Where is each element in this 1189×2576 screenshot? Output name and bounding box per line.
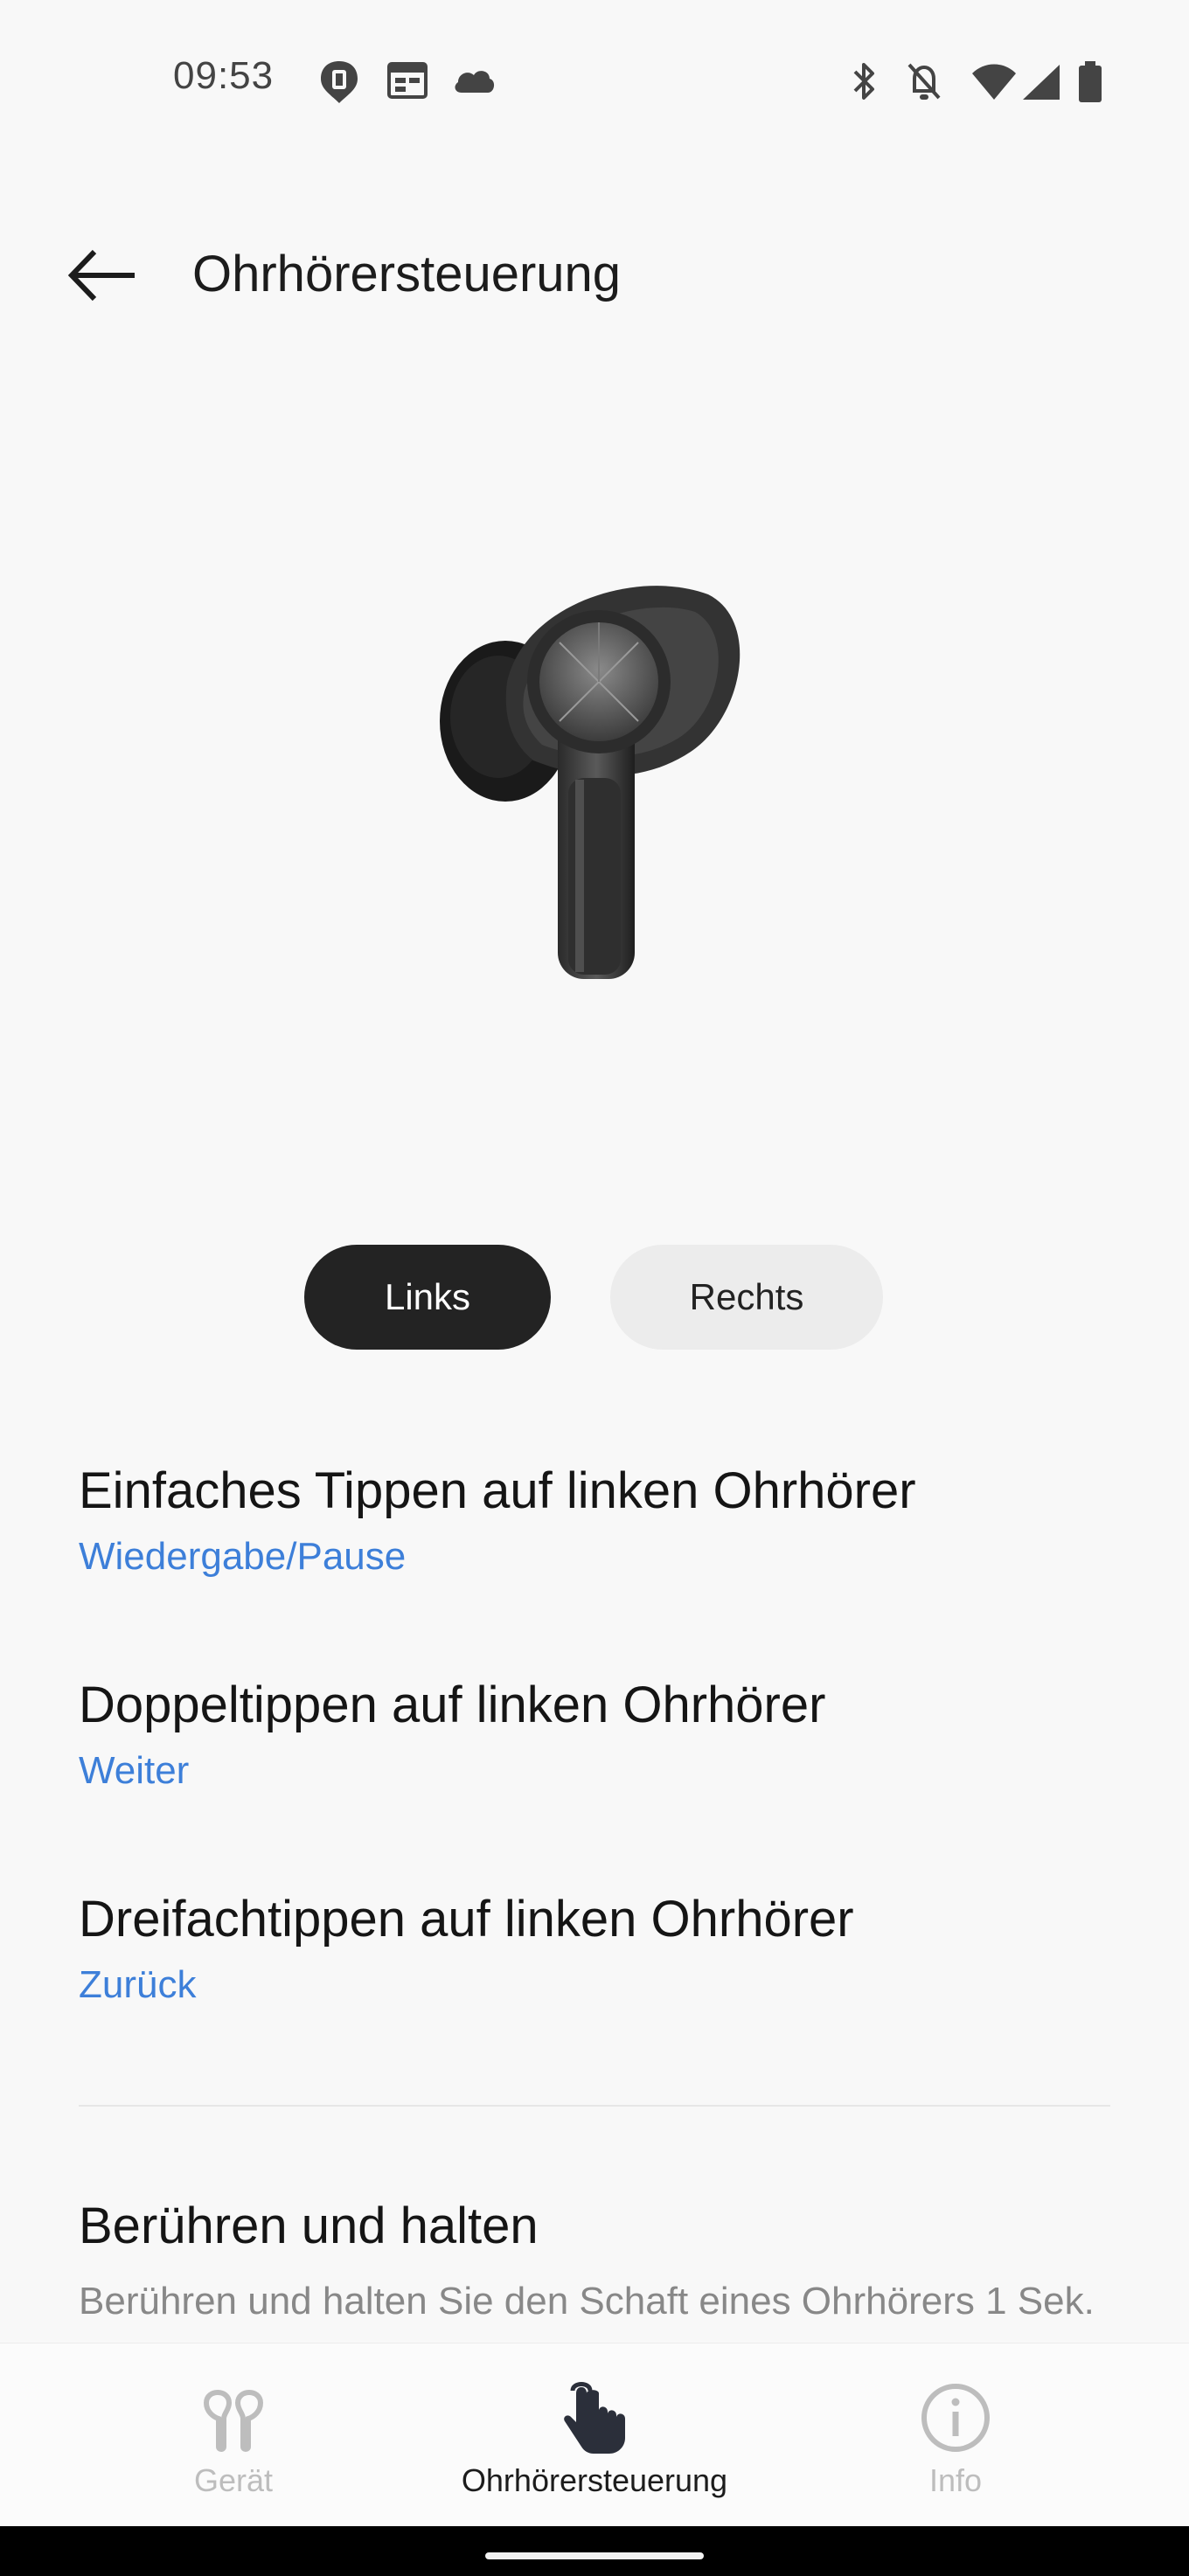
setting-value: Wiedergabe/Pause — [79, 1535, 407, 1578]
status-time: 09:53 — [173, 54, 275, 97]
info-icon — [921, 2384, 990, 2452]
setting-single-tap[interactable]: Einfaches Tippen auf linken Ohrhörer Wie… — [79, 1460, 1110, 1579]
gesture-handle[interactable] — [485, 2552, 704, 2559]
nav-item-ohrhoerersteuerung[interactable]: Ohrhörersteuerung — [437, 2343, 752, 2527]
setting-value: Zurück — [79, 1963, 197, 2006]
setting-title: Einfaches Tippen auf linken Ohrhörer — [79, 1462, 916, 1519]
cloud-icon — [455, 71, 495, 93]
nav-label-ohrhoerersteuerung: Ohrhörersteuerung — [461, 2462, 728, 2498]
earbuds-icon — [203, 2390, 264, 2452]
bell-off-icon — [907, 63, 941, 100]
divider — [79, 2105, 1110, 2107]
setting-triple-tap[interactable]: Dreifachtippen auf linken Ohrhörer Zurüc… — [79, 1888, 1110, 2007]
earbud-left-image — [440, 586, 741, 979]
signal-icon — [1023, 65, 1060, 100]
arrow-left-icon[interactable] — [63, 245, 150, 306]
setting-title: Doppeltippen auf linken Ohrhörer — [79, 1677, 826, 1733]
battery-icon — [1079, 61, 1102, 102]
setting-value: Weiter — [79, 1749, 190, 1792]
bottom-navigation: Gerät Ohrhörersteuerung Info — [0, 2343, 1189, 2527]
tab-links-label: Links — [384, 1276, 471, 1317]
nav-label-info: Info — [928, 2462, 983, 2498]
setting-double-tap[interactable]: Doppeltippen auf linken Ohrhörer Weiter — [79, 1674, 1110, 1793]
status-bar: 09:53 — [0, 0, 1189, 166]
app-bar: Ohrhörersteuerung — [0, 219, 1189, 332]
bluetooth-icon — [853, 63, 874, 100]
calendar-icon — [387, 62, 428, 99]
tab-rechts-label: Rechts — [689, 1276, 804, 1317]
wifi-icon — [972, 64, 1016, 100]
notification-pin-icon — [321, 61, 358, 103]
setting-title: Dreifachtippen auf linken Ohrhörer — [79, 1891, 854, 1948]
tab-rechts[interactable]: Rechts — [610, 1245, 883, 1350]
nav-item-info[interactable]: Info — [868, 2343, 1043, 2527]
gesture-navigation-bar — [0, 2526, 1189, 2576]
page-title: Ohrhörersteuerung — [192, 246, 622, 302]
nav-label-geraet: Gerät — [193, 2462, 274, 2498]
hold-section-description: Berühren und halten Sie den Schaft eines… — [79, 2280, 1095, 2323]
nav-item-geraet[interactable]: Gerät — [146, 2343, 321, 2527]
tab-links[interactable]: Links — [304, 1245, 551, 1350]
touch-hand-icon — [564, 2382, 625, 2454]
hold-section-title: Berühren und halten — [79, 2198, 539, 2254]
